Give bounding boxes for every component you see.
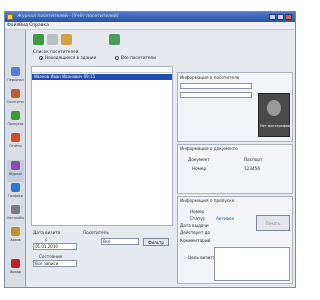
list-group-title: Список посетителей — [33, 49, 79, 54]
menu-help[interactable]: Справка — [29, 23, 49, 28]
window-title: Журнал посетителей - [Учёт посетителей] — [17, 14, 119, 19]
pass-status-value: Активен — [216, 216, 235, 221]
sidebar-item-exit[interactable]: Выход — [7, 258, 24, 280]
main-window: Журнал посетителей - [Учёт посетителей] … — [4, 11, 296, 288]
exit-icon — [11, 259, 20, 268]
edit-icon[interactable] — [47, 34, 58, 45]
photo-placeholder: Нет фотографии — [258, 93, 290, 137]
doc-number-value: 123456 — [244, 166, 260, 171]
sidebar-item-settings[interactable]: Настройки — [7, 204, 24, 226]
menu-bar: Файл Вид Справка — [5, 22, 295, 30]
date-from-label: с — [45, 237, 48, 242]
visitors-icon — [11, 89, 20, 98]
doc-type-label: Документ — [188, 157, 210, 162]
sidebar-item-label: Настройки — [7, 216, 24, 220]
sidebar-item-archive[interactable]: Архив — [7, 226, 24, 248]
pass-comment-label: Комментарий — [180, 238, 211, 243]
maximize-button[interactable] — [277, 14, 284, 20]
close-button[interactable] — [285, 14, 292, 20]
status-select[interactable]: Все записи — [33, 260, 77, 267]
add-icon[interactable] — [33, 34, 44, 45]
minimize-button[interactable] — [269, 14, 276, 20]
pass-valid-label: Действует до — [180, 230, 211, 235]
visitor-list[interactable]: Иванов Иван Иванович 09:15 — [31, 66, 173, 226]
archive-icon — [11, 227, 20, 236]
delete-icon[interactable] — [61, 34, 72, 45]
visitor-select[interactable]: Все — [101, 238, 139, 245]
date-label: Дата визита — [33, 230, 61, 235]
pass-number-label: Номер — [190, 209, 205, 214]
sidebar-item-label: Графики — [8, 194, 23, 198]
radio-current-label: Находящиеся в здании — [45, 55, 97, 60]
radio-all[interactable] — [115, 56, 119, 60]
card-icon — [11, 111, 20, 120]
sidebar-item-staff[interactable]: Персонал — [7, 66, 24, 88]
sidebar-item-label: Архив — [10, 238, 21, 242]
radio-all-label: Все посетители — [121, 55, 156, 60]
sidebar-item-label: Персонал — [7, 78, 24, 82]
title-bar[interactable]: Журнал посетителей - [Учёт посетителей] — [5, 12, 295, 22]
doc-type-value: Паспорт — [244, 157, 263, 162]
status-label: Состояние — [39, 254, 63, 259]
date-field[interactable]: 01.01.2010 — [33, 243, 77, 250]
sidebar-item-reports[interactable]: Отчёты — [7, 132, 24, 154]
visitor-info-header: Информация о посетителе — [180, 75, 240, 80]
print-button[interactable]: Печать — [256, 215, 290, 231]
sidebar-item-charts[interactable]: Графики — [7, 182, 24, 204]
sidebar-item-visitors[interactable]: Посетители — [7, 88, 24, 110]
document-panel: Информация о документе Документ Паспорт … — [177, 144, 293, 194]
radio-current[interactable] — [39, 56, 43, 60]
person-silhouette-icon — [267, 100, 281, 116]
sidebar-item-passes[interactable]: Пропуска — [7, 110, 24, 132]
pass-target-label: Цель визита — [188, 255, 216, 260]
table-row[interactable]: Иванов Иван Иванович 09:15 — [32, 74, 172, 80]
pass-header: Информация о пропуске — [180, 198, 235, 203]
visitor-info-panel: Информация о посетителе Нет фотографии — [177, 72, 293, 142]
doc-number-label: Номер — [192, 166, 207, 171]
menu-file[interactable]: Файл — [7, 23, 19, 28]
person-icon — [11, 67, 20, 76]
pass-panel: Информация о пропуске Номер Статус Актив… — [177, 196, 293, 284]
doc-header: Информация о документе — [180, 146, 238, 151]
sidebar-item-label: Отчёты — [9, 144, 22, 148]
list-header — [32, 67, 172, 73]
chart-icon — [11, 183, 20, 192]
sidebar: Персонал Посетители Пропуска Отчёты Журн… — [5, 30, 26, 287]
filter-button[interactable]: Фильтр — [143, 238, 169, 246]
journal-icon — [11, 161, 20, 170]
pass-status-label: Статус — [190, 216, 206, 221]
sidebar-item-label: Пропуска — [7, 122, 24, 126]
target-field[interactable] — [214, 247, 290, 281]
pass-issued-label: Дата выдачи — [180, 223, 209, 228]
menu-view[interactable]: Вид — [19, 23, 28, 28]
settings-icon — [11, 205, 20, 214]
sidebar-item-label: Выход — [10, 270, 21, 274]
report-icon — [11, 133, 20, 142]
visitor-label: Посетитель — [83, 230, 109, 235]
photo-caption: Нет фотографии — [259, 124, 291, 128]
sidebar-item-journal[interactable]: Журнал — [7, 160, 24, 182]
app-icon — [7, 14, 13, 20]
refresh-icon[interactable] — [109, 34, 120, 45]
surname-field[interactable] — [180, 83, 252, 89]
sidebar-item-label: Журнал — [8, 172, 23, 176]
sidebar-item-label: Посетители — [7, 100, 24, 104]
name-field[interactable] — [180, 92, 252, 98]
